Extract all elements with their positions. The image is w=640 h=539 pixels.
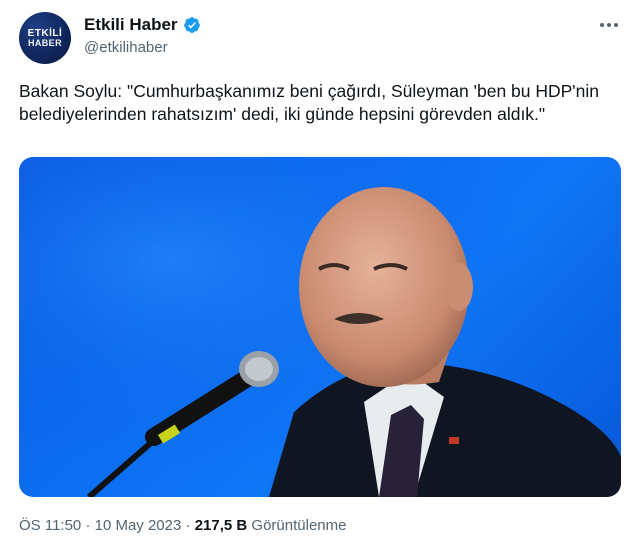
- tweet-media-image[interactable]: [19, 157, 621, 497]
- avatar-logo-line2: HABER: [27, 37, 62, 48]
- meta-separator-2: ·: [185, 517, 191, 534]
- tweet-time[interactable]: ÖS 11:50: [19, 517, 81, 534]
- views-count: 217,5 B: [194, 517, 248, 534]
- views-label: Görüntülenme: [251, 517, 347, 534]
- tweet-text: Bakan Soylu: "Cumhurbaşkanımız beni çağı…: [19, 81, 600, 124]
- more-options-icon[interactable]: [598, 20, 620, 30]
- verified-badge-icon: [183, 17, 200, 33]
- tweet-date[interactable]: 10 May 2023: [95, 517, 182, 534]
- author-handle[interactable]: @etkilihaber: [84, 39, 168, 56]
- meta-separator: ·: [85, 517, 91, 534]
- tweet-card: ETKİLİ HABER Etkili Haber @etkilihaber B…: [0, 0, 640, 539]
- author-name-row: Etkili Haber: [84, 15, 201, 35]
- avatar[interactable]: ETKİLİ HABER: [19, 12, 71, 64]
- media-photo-illustration: [19, 157, 621, 497]
- tweet-meta: ÖS 11:50 · 10 May 2023 · 217,5 B Görüntü…: [19, 517, 346, 534]
- avatar-logo-line1: ETKİLİ: [27, 27, 63, 39]
- display-name[interactable]: Etkili Haber: [84, 15, 178, 35]
